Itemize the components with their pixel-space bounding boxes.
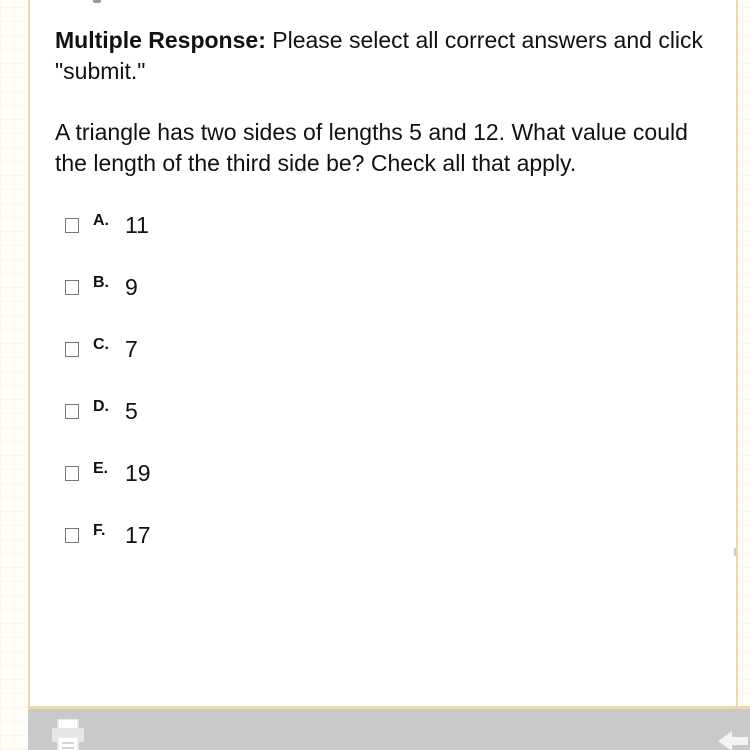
back-arrow-icon[interactable] <box>718 729 748 750</box>
bottom-toolbar <box>28 706 750 750</box>
print-icon[interactable] <box>50 718 86 750</box>
top-indicator <box>93 0 101 3</box>
option-b[interactable]: B. 9 <box>63 270 703 332</box>
checkbox-b[interactable] <box>65 280 79 295</box>
instructions: Multiple Response: Please select all cor… <box>55 25 715 87</box>
option-value: 19 <box>125 460 151 486</box>
option-a[interactable]: A. 11 <box>63 208 703 270</box>
instructions-lead: Multiple Response: <box>55 27 266 53</box>
checkbox-f[interactable] <box>65 528 79 543</box>
option-letter: D. <box>93 398 109 415</box>
checkbox-a[interactable] <box>65 218 79 233</box>
option-letter: E. <box>93 460 109 477</box>
checkbox-c[interactable] <box>65 342 79 357</box>
option-letter: B. <box>93 274 109 291</box>
option-d[interactable]: D. 5 <box>63 394 703 456</box>
option-f[interactable]: F. 17 <box>63 518 703 580</box>
scroll-indicator[interactable] <box>734 548 736 556</box>
option-value: 5 <box>125 398 138 424</box>
option-letter: F. <box>93 522 106 539</box>
question-panel: Multiple Response: Please select all cor… <box>28 0 738 706</box>
option-letter: C. <box>93 336 109 353</box>
option-c[interactable]: C. 7 <box>63 332 703 394</box>
option-value: 11 <box>125 212 149 238</box>
option-e[interactable]: E. 19 <box>63 456 703 518</box>
option-value: 9 <box>125 274 138 300</box>
answer-options: A. 11 B. 9 C. 7 D. 5 E. 19 F. 17 <box>63 208 703 580</box>
checkbox-e[interactable] <box>65 466 79 481</box>
question-text: A triangle has two sides of lengths 5 an… <box>55 119 688 176</box>
checkbox-d[interactable] <box>65 404 79 419</box>
option-letter: A. <box>93 212 109 229</box>
page: Multiple Response: Please select all cor… <box>0 0 750 750</box>
option-value: 17 <box>125 522 151 548</box>
option-value: 7 <box>125 336 138 362</box>
